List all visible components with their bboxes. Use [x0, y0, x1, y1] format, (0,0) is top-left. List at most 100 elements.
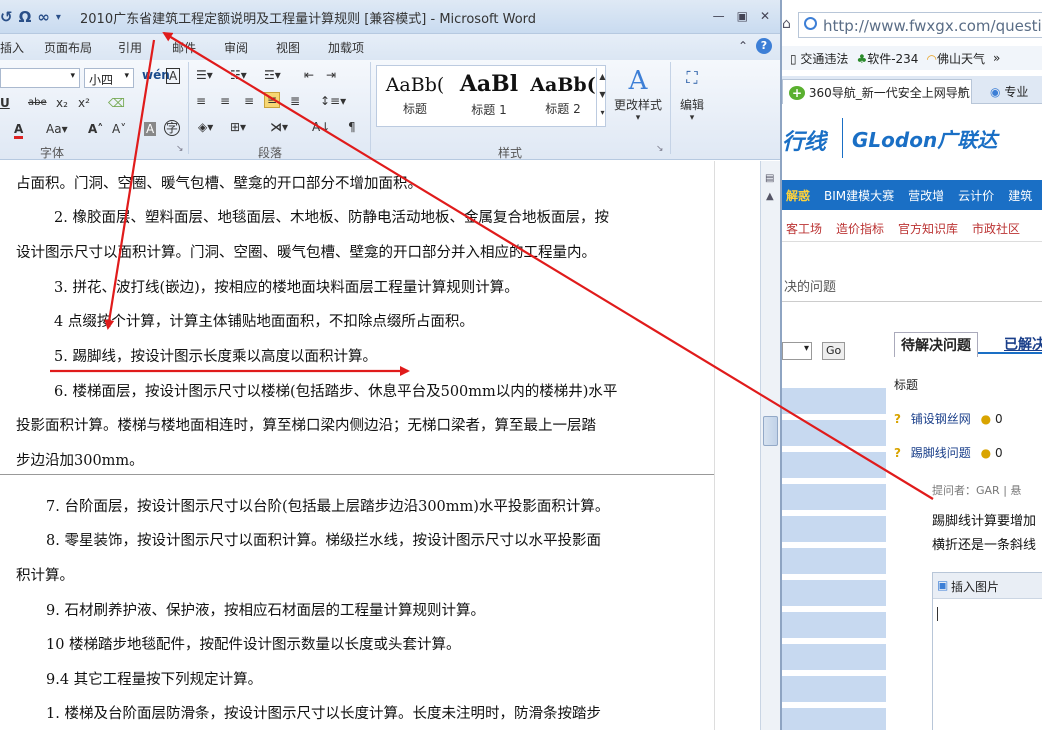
chinese-layout-icon[interactable]: ⋊▾ [270, 120, 288, 134]
tab-addins[interactable]: 加载项 [328, 39, 364, 56]
tab-solved[interactable]: 已解决 [998, 332, 1042, 356]
collapse-ribbon-icon[interactable]: ⌃ [738, 39, 748, 53]
multilevel-list-icon[interactable]: ☲▾ [264, 68, 281, 82]
style-heading-1[interactable]: AaBl 标题 1 [453, 68, 525, 126]
address-bar[interactable]: http://www.fwxgx.com/question/ [798, 12, 1042, 38]
subnav-item[interactable]: 市政社区 [972, 220, 1020, 237]
page-margin [714, 161, 760, 730]
address-url: http://www.fwxgx.com/question/ [823, 17, 1042, 35]
close-icon[interactable]: ✕ [760, 9, 770, 23]
browser-tab-pro[interactable]: ◉ 专业 [984, 79, 1042, 104]
enclose-char-icon[interactable]: 字 [164, 120, 180, 136]
customize-icon[interactable]: ▾ [56, 12, 61, 23]
omega-icon[interactable]: Ω [19, 8, 32, 26]
line-spacing-icon[interactable]: ↕≡▾ [320, 94, 346, 108]
underline-icon[interactable]: U [0, 96, 10, 110]
group-label-styles: 样式 [498, 146, 523, 160]
nav-item[interactable]: BIM建模大赛 [824, 187, 894, 204]
category-select[interactable]: ▾ [782, 342, 812, 360]
tab-review[interactable]: 审阅 [224, 39, 248, 56]
question-search-input[interactable]: 决的问题 [782, 270, 1042, 302]
clear-format-icon[interactable]: ⌫ [108, 96, 125, 110]
styles-gallery: AaBb( 标题 AaBl 标题 1 AaBb( 标题 2 [376, 65, 606, 127]
infinity-icon[interactable]: ∞ [37, 8, 50, 26]
bookmark-software[interactable]: ♣软件-234 [856, 50, 918, 67]
grow-font-icon[interactable]: A˄ [88, 122, 103, 136]
change-case-icon[interactable]: Aa▾ [46, 122, 68, 136]
list-row [782, 580, 886, 606]
style-heading-2[interactable]: AaBb( 标题 2 [527, 68, 599, 126]
increase-indent-icon[interactable]: ⇥ [326, 68, 336, 82]
distribute-icon[interactable]: ≣ [290, 94, 300, 108]
style-title[interactable]: AaBb( 标题 [379, 68, 451, 126]
strikethrough-icon[interactable]: abe [28, 97, 47, 108]
justify-icon[interactable]: ≡ [264, 92, 281, 108]
scroll-thumb[interactable] [763, 416, 778, 446]
list-row [782, 420, 886, 446]
go-button[interactable]: Go [822, 342, 846, 360]
bookmarks-bar: ▯ 交通违法 ♣软件-234 ◠佛山天气 » [782, 46, 1042, 70]
change-styles-button[interactable]: A 更改样式 ▾ [610, 66, 666, 123]
font-name-combo[interactable]: ▾ [0, 68, 80, 88]
nav-item[interactable]: 云计价 [958, 187, 994, 204]
align-center-icon[interactable]: ≡ [220, 94, 230, 108]
shading-icon[interactable]: ◈▾ [198, 120, 213, 134]
subnav-item[interactable]: 客工场 [786, 220, 822, 237]
bookmark-traffic[interactable]: ▯ 交通违法 [790, 50, 848, 67]
font-color-icon[interactable]: A [14, 122, 24, 139]
subnav-item[interactable]: 造价指标 [836, 220, 884, 237]
minimize-icon[interactable]: — [713, 9, 725, 23]
page-icon: ▯ [790, 51, 801, 66]
question-title[interactable]: 铺设钢丝网 [911, 412, 971, 426]
sort-icon[interactable]: A↓ [312, 120, 330, 134]
char-shading-icon[interactable]: A [144, 122, 157, 136]
question-title[interactable]: 踢脚线问题 [911, 446, 971, 460]
image-icon: ▣ [937, 578, 949, 592]
tab-insert[interactable]: 插入 [0, 39, 24, 56]
tab-view[interactable]: 视图 [276, 39, 300, 56]
insert-image-button[interactable]: 插入图片 [951, 580, 999, 594]
question-row[interactable]: ? 踢脚线问题 ● 0 [894, 444, 1042, 461]
home-icon[interactable]: ⌂ [782, 16, 791, 32]
align-right-icon[interactable]: ≡ [244, 94, 254, 108]
document-area[interactable]: 占面积。门洞、空圈、暖气包槽、壁龛的开口部分不增加面积。 2. 橡胶面层、塑料面… [0, 161, 760, 730]
numbering-icon[interactable]: ☷▾ [230, 68, 247, 82]
maximize-icon[interactable]: ▣ [737, 9, 748, 23]
edit-button[interactable]: ⛶ 编辑 ▾ [674, 68, 710, 123]
ruler-toggle-icon[interactable]: ▤ [765, 173, 774, 184]
doc-paragraph: 占面积。门洞、空圈、暖气包槽、壁龛的开口部分不增加面积。 [16, 176, 422, 192]
bullets-icon[interactable]: ☰▾ [196, 68, 213, 82]
tab-page-layout[interactable]: 页面布局 [44, 39, 92, 56]
show-marks-icon[interactable]: ¶ [348, 120, 356, 134]
shrink-font-icon[interactable]: A˅ [112, 122, 126, 136]
undo-icon[interactable]: ↺ [0, 8, 13, 26]
nav-item[interactable]: 建筑 [1008, 187, 1032, 204]
styles-dialog-launcher-icon[interactable]: ↘ [656, 144, 664, 154]
styles-scroll[interactable]: ▲ ▼ ▾ [596, 68, 608, 126]
superscript-icon[interactable]: x² [78, 96, 90, 110]
reply-editor[interactable]: ▣ 插入图片 [932, 572, 1042, 730]
tab-mailings[interactable]: 邮件 [172, 39, 196, 56]
doc-paragraph: 积计算。 [16, 568, 74, 584]
help-icon[interactable]: ? [756, 38, 772, 54]
tab-references[interactable]: 引用 [118, 39, 142, 56]
nav-item[interactable]: 解惑 [786, 187, 810, 204]
bookmarks-more[interactable]: » [993, 51, 1000, 65]
subscript-icon[interactable]: x₂ [56, 96, 68, 110]
question-row[interactable]: ? 铺设钢丝网 ● 0 [894, 410, 1042, 427]
subnav-item[interactable]: 官方知识库 [898, 220, 958, 237]
align-left-icon[interactable]: ≡ [196, 94, 206, 108]
browser-tab-360[interactable]: + 360导航_新一代安全上网导航 ✕ [782, 79, 972, 104]
decrease-indent-icon[interactable]: ⇤ [304, 68, 314, 82]
tab-unsolved[interactable]: 待解决问题 [894, 332, 978, 357]
nav-item[interactable]: 营改增 [908, 187, 944, 204]
char-border-icon[interactable]: A [166, 68, 181, 84]
font-dialog-launcher-icon[interactable]: ↘ [176, 144, 184, 154]
vertical-scrollbar[interactable]: ▤ ▲ [760, 161, 780, 730]
scroll-up-icon[interactable]: ▲ [766, 191, 774, 202]
bookmark-weather[interactable]: ◠佛山天气 [926, 50, 985, 67]
logo-divider [842, 118, 843, 158]
close-tab-icon[interactable]: ✕ [957, 84, 967, 98]
borders-icon[interactable]: ⊞▾ [230, 120, 246, 134]
font-size-combo[interactable]: 小四 ▾ [84, 68, 134, 88]
